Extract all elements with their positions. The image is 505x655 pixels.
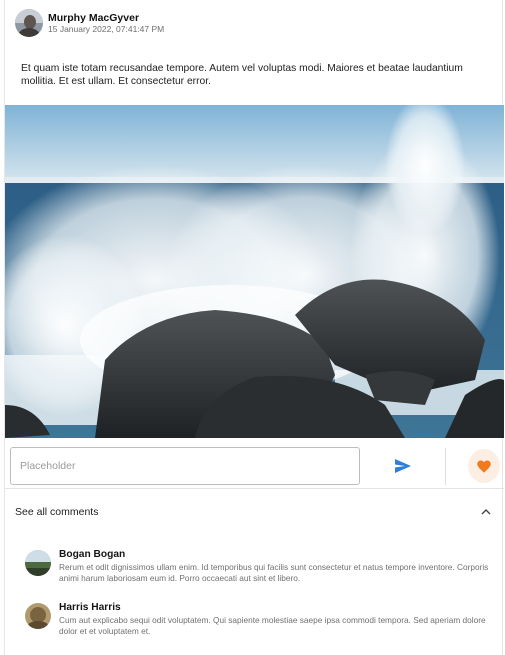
heart-icon: [477, 460, 491, 473]
see-all-comments-toggle[interactable]: See all comments: [5, 499, 504, 525]
comment-item: Harris Harris Cum aut explicabo sequi od…: [25, 601, 495, 636]
commenter-avatar[interactable]: [25, 550, 51, 576]
post-image[interactable]: [5, 105, 504, 438]
comment-text: Rerum et odit dignissimos ullam enim. Id…: [59, 562, 489, 583]
author-avatar[interactable]: [15, 9, 43, 37]
commenter-avatar[interactable]: [25, 603, 51, 629]
commenter-name[interactable]: Bogan Bogan: [59, 548, 499, 561]
see-all-comments-label: See all comments: [15, 506, 99, 518]
post-card: Murphy MacGyver 15 January 2022, 07:41:4…: [4, 0, 504, 655]
like-button[interactable]: [468, 449, 500, 483]
send-icon: [395, 459, 411, 473]
commenter-name[interactable]: Harris Harris: [59, 601, 499, 614]
comment-item: Bogan Bogan Rerum et odit dignissimos ul…: [25, 548, 495, 583]
author-name[interactable]: Murphy MacGyver: [48, 12, 164, 24]
comment-text: Cum aut explicabo sequi odit voluptatem.…: [59, 615, 486, 636]
divider: [445, 448, 446, 485]
comment-input[interactable]: [10, 447, 360, 485]
send-button[interactable]: [390, 453, 416, 479]
comment-composer: [5, 441, 504, 489]
chevron-up-icon: [481, 509, 491, 515]
post-text: Et quam iste totam recusandae tempore. A…: [21, 63, 463, 87]
post-date: 15 January 2022, 07:41:47 PM: [48, 23, 165, 34]
post-header: Murphy MacGyver 15 January 2022, 07:41:4…: [15, 9, 164, 37]
